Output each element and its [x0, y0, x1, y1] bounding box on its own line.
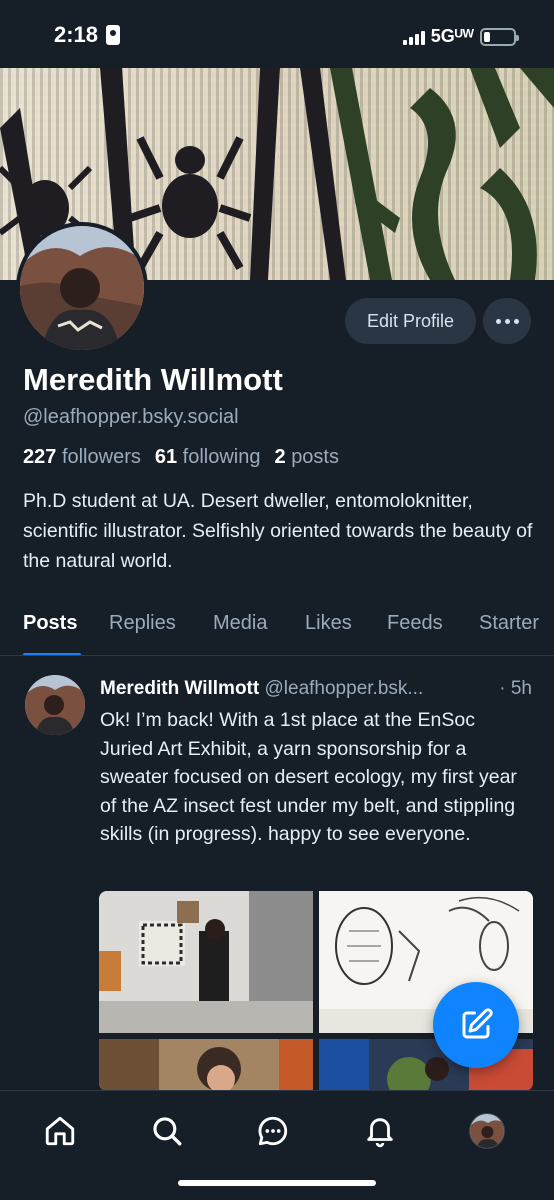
avatar-photo	[20, 226, 144, 350]
edit-profile-button[interactable]: Edit Profile	[345, 298, 476, 344]
posts-stat: 2 posts	[274, 446, 340, 468]
post-timestamp[interactable]: · 5h	[499, 678, 532, 700]
media-image-1[interactable]	[99, 891, 313, 1033]
tab-feeds[interactable]: Feeds	[387, 612, 443, 635]
battery-icon	[480, 27, 519, 46]
tab-posts[interactable]: Posts	[23, 612, 77, 635]
active-tab-indicator	[23, 653, 81, 655]
profile-bio: Ph.D student at UA. Desert dweller, ento…	[23, 490, 533, 572]
profile-avatar-small	[469, 1113, 505, 1149]
post-author-name[interactable]: Meredith Willmott	[100, 678, 259, 699]
nav-notifications[interactable]	[358, 1109, 402, 1153]
nav-search[interactable]	[145, 1109, 189, 1153]
following-stat[interactable]: 61 following	[155, 446, 261, 469]
nav-chat[interactable]	[251, 1109, 295, 1153]
clock-text: 2:18	[54, 22, 99, 47]
compose-icon	[462, 1008, 493, 1039]
search-icon	[153, 1117, 182, 1146]
post-header: Meredith Willmott @leafhopper.bsk... · 5…	[100, 678, 540, 700]
status-time: 2:18	[54, 22, 121, 48]
post-text: Ok! I’m back! With a 1st place at the En…	[100, 709, 517, 845]
nav-home[interactable]	[38, 1109, 82, 1153]
ellipsis-icon	[495, 318, 501, 324]
profile-tabs: Posts Replies Media Likes Feeds Starter	[0, 604, 554, 656]
post-author-avatar[interactable]	[25, 675, 85, 735]
tab-media[interactable]: Media	[213, 612, 267, 635]
home-indicator	[178, 1180, 376, 1186]
profile-avatar[interactable]	[16, 222, 148, 354]
compose-post-button[interactable]	[433, 982, 519, 1068]
profile-stats: 227 followers 61 following 2 posts	[23, 446, 339, 469]
network-label: 5Gᵁᵂ	[430, 26, 474, 46]
battery-level	[484, 31, 490, 42]
profile-handle: @leafhopper.bsky.social	[23, 406, 239, 428]
chat-icon	[258, 1116, 288, 1146]
bell-icon	[367, 1118, 393, 1148]
media-image-3[interactable]	[99, 1039, 313, 1091]
status-indicators: 5Gᵁᵂ	[402, 26, 519, 47]
tab-replies[interactable]: Replies	[109, 612, 176, 635]
tab-likes[interactable]: Likes	[305, 612, 352, 635]
signal-icon	[402, 29, 425, 45]
post-author-handle[interactable]: @leafhopper.bsk...	[265, 678, 424, 699]
home-icon	[45, 1116, 75, 1146]
contact-card-icon	[106, 25, 121, 45]
followers-stat[interactable]: 227 followers	[23, 446, 141, 469]
nav-profile[interactable]	[465, 1109, 509, 1153]
more-options-button[interactable]	[483, 298, 531, 344]
display-name: Meredith Willmott	[23, 362, 283, 397]
status-bar: 2:18 5Gᵁᵂ	[0, 0, 554, 68]
tab-starter[interactable]: Starter	[479, 612, 539, 635]
